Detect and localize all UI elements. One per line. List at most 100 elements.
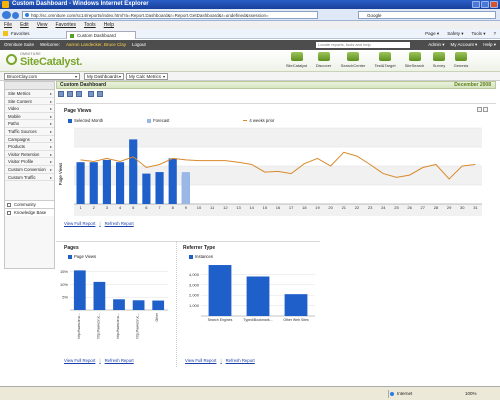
survey-icon [433, 52, 445, 61]
toolbar-sitecatalyst[interactable]: SiteCatalyst [283, 52, 310, 68]
ie-icon [2, 1, 9, 8]
maximize-icon[interactable] [481, 1, 489, 8]
sidebar-item-paths[interactable]: Paths [5, 120, 54, 128]
address-bar[interactable]: http://sc.omniture.com/sc14/reports/inde… [22, 11, 318, 19]
sidebar-item-video[interactable]: Video [5, 105, 54, 113]
my-account-menu[interactable]: My Account ▾ [450, 40, 477, 50]
admin-menu[interactable]: Admin ▾ [428, 40, 444, 50]
menu-view[interactable]: View [37, 21, 48, 29]
toolbar-discover[interactable]: Discover [310, 52, 337, 68]
bar [246, 276, 270, 316]
star-icon[interactable] [3, 31, 8, 36]
print-icon[interactable] [88, 91, 94, 97]
bar-selected-month [115, 162, 125, 204]
zoom-level[interactable]: 100% [465, 390, 477, 398]
sidebar-item-custom-traffic[interactable]: Custom Traffic [5, 174, 54, 182]
legend-swatch [243, 120, 248, 122]
favorites-button[interactable]: Favorites [11, 29, 30, 38]
discover-icon [317, 52, 330, 61]
dashboard-date[interactable]: December 2008 [454, 82, 491, 89]
bar [132, 300, 145, 310]
menu-file[interactable]: File [4, 21, 12, 29]
referrer-chart: 4,000 3,000 2,000 1,000 Search Engines Typed/… [189, 265, 315, 322]
x-tick-label: Search Engines [208, 318, 233, 322]
menu-favorites[interactable]: Favorites [55, 21, 76, 29]
locate-search-input[interactable]: Locate reports, tools and help [316, 42, 410, 48]
toolbar-label: Survey [432, 63, 446, 68]
dashboard-main: Custom Dashboard December 2008 Page View… [56, 81, 496, 381]
sidebar-item-mobile[interactable]: Mobile [5, 113, 54, 121]
bar [284, 294, 308, 316]
menu-tools[interactable]: Tools [84, 21, 96, 29]
zone-label: Internet [397, 391, 413, 396]
page-menu[interactable]: Page ▾ [425, 30, 439, 38]
toolbar-sitesearch[interactable]: SiteSearch [401, 52, 428, 68]
x-tick-label: 23 [368, 205, 373, 210]
toolbar-test-target[interactable]: Test&Target [369, 52, 401, 68]
sidebar-item-campaigns[interactable]: Campaigns [5, 136, 54, 144]
toolbar-searchcenter[interactable]: SearchCenter [337, 52, 369, 68]
toolbar-genesis[interactable]: Genesis [450, 52, 472, 68]
help-menu[interactable]: Help ▾ [483, 40, 496, 50]
panel-edit-icon[interactable] [477, 107, 482, 112]
suite-link[interactable]: Omniture Suite [4, 40, 34, 50]
calc-metrics-select[interactable]: My Calc Metrics [126, 73, 168, 80]
brand-header: OMNITURE SiteCatalyst. SiteCatalyst Disc… [0, 50, 500, 72]
view-full-report-link[interactable]: View Full Report [185, 358, 216, 363]
x-tick-label: http://www.bruc... [136, 313, 140, 339]
search-box[interactable]: Google [358, 11, 496, 19]
sidebar-item-visitor-retention[interactable]: Visitor Retention [5, 151, 54, 159]
view-full-report-link[interactable]: View Full Report [64, 221, 95, 226]
forward-icon[interactable] [12, 11, 19, 19]
bar-selected-month [76, 162, 85, 204]
toolbar-label: Genesis [453, 63, 469, 68]
sidebar-item-site-content[interactable]: Site Content [5, 98, 54, 106]
settings-icon[interactable] [76, 91, 82, 97]
sidebar-item-traffic-sources[interactable]: Traffic Sources [5, 128, 54, 136]
x-tick-label: 25 [394, 205, 399, 210]
panel-buttons [477, 107, 488, 112]
y-tick-label: 5% [62, 295, 68, 300]
logout-link[interactable]: Logout [132, 40, 146, 50]
back-icon[interactable] [2, 11, 11, 19]
legend-label: Forecast [153, 118, 170, 123]
sitecatalyst-icon [290, 52, 303, 61]
panel-close-icon[interactable] [483, 107, 488, 112]
add-report-icon[interactable] [58, 91, 64, 97]
menu-edit[interactable]: Edit [20, 21, 29, 29]
page-views-title: Page Views [64, 108, 92, 114]
help-icon[interactable]: ? [493, 30, 496, 38]
refresh-report-link[interactable]: Refresh Report [105, 358, 134, 363]
bar-selected-month [168, 158, 177, 204]
dashboards-select[interactable]: My Dashboards [84, 73, 124, 80]
dashboard-title: Custom Dashboard [60, 82, 107, 88]
bar-selected-month [129, 139, 138, 204]
knowledge-base-label: Knowledge Base [14, 210, 47, 215]
safety-menu[interactable]: Safety ▾ [447, 30, 463, 38]
sidebar-item-products[interactable]: Products [5, 143, 54, 151]
tools-menu[interactable]: Tools ▾ [471, 30, 485, 38]
sidebar-item-custom-conversion[interactable]: Custom Conversion [5, 166, 54, 174]
x-tick-label: 19 [315, 205, 320, 210]
legend-item: Forecast [147, 118, 169, 123]
close-icon[interactable] [490, 1, 498, 8]
refresh-report-link[interactable]: Refresh Report [226, 358, 255, 363]
x-tick-label: 20 [328, 205, 333, 210]
layout-icon[interactable] [67, 91, 73, 97]
pages-links: View Full Report | Refresh Report [64, 358, 134, 363]
refresh-report-link[interactable]: Refresh Report [105, 221, 134, 226]
community-link[interactable]: Community [5, 200, 54, 208]
email-icon[interactable] [97, 91, 103, 97]
sidebar-item-visitor-profile[interactable]: Visitor Profile [5, 158, 54, 166]
view-full-report-link[interactable]: View Full Report [64, 358, 95, 363]
product-logo: SiteCatalyst. [20, 56, 83, 68]
browser-tab[interactable]: Custom Dashboard [66, 31, 136, 39]
sidebar-item-site-metrics[interactable]: Site Metrics [5, 90, 54, 98]
omniture-bar: Omniture Suite Welcome: Aarron Landecker… [0, 40, 500, 50]
menu-help[interactable]: Help [104, 21, 114, 29]
knowledge-base-link[interactable]: Knowledge Base [5, 208, 54, 216]
x-tick-label: http://www.bruc... [96, 313, 100, 339]
report-suite-select[interactable]: BruceClay.com [4, 73, 80, 80]
minimize-icon[interactable] [472, 1, 480, 8]
toolbar-survey[interactable]: Survey [428, 52, 450, 68]
